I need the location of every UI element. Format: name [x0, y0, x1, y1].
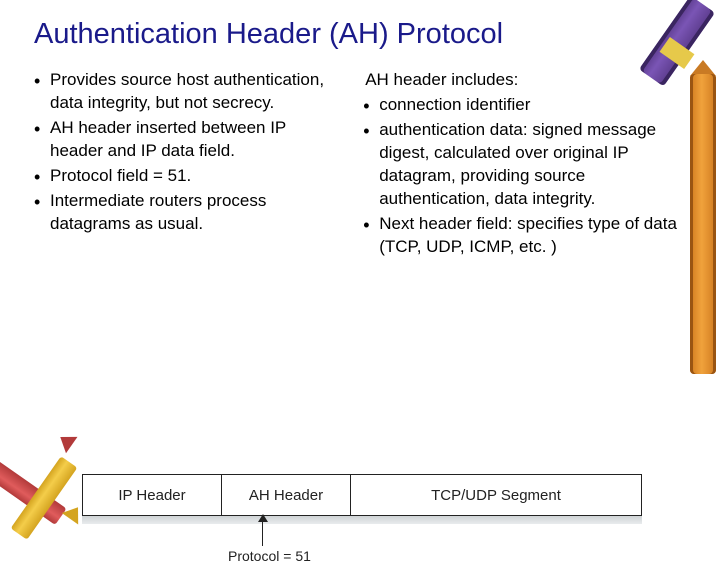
- diagram-pointer: Protocol = 51: [230, 516, 360, 564]
- slide: Authentication Header (AH) Protocol Prov…: [0, 0, 720, 540]
- bullet-item: authentication data: signed message dige…: [361, 119, 688, 211]
- right-heading: AH header includes:: [361, 69, 688, 92]
- diagram-row: IP Header AH Header TCP/UDP Segment: [82, 474, 642, 516]
- ah-diagram: IP Header AH Header TCP/UDP Segment Prot…: [82, 474, 642, 516]
- left-bullets: Provides source host authentication, dat…: [32, 69, 343, 236]
- bullet-item: AH header inserted between IP header and…: [32, 117, 343, 163]
- arrow-icon: [262, 516, 263, 546]
- right-column: AH header includes: connection identifie…: [361, 69, 688, 261]
- slide-title: Authentication Header (AH) Protocol: [34, 18, 688, 51]
- diagram-cell-segment: TCP/UDP Segment: [350, 474, 642, 516]
- bullet-item: Intermediate routers process datagrams a…: [32, 190, 343, 236]
- bullet-item: Protocol field = 51.: [32, 165, 343, 188]
- bullet-item: Next header field: specifies type of dat…: [361, 213, 688, 259]
- left-column: Provides source host authentication, dat…: [32, 69, 343, 261]
- bullet-item: Provides source host authentication, dat…: [32, 69, 343, 115]
- right-bullets: connection identifier authentication dat…: [361, 94, 688, 259]
- content-columns: Provides source host authentication, dat…: [32, 69, 688, 261]
- diagram-cell-ip: IP Header: [82, 474, 222, 516]
- bullet-item: connection identifier: [361, 94, 688, 117]
- diagram-cell-ah: AH Header: [221, 474, 351, 516]
- protocol-label: Protocol = 51: [228, 548, 360, 564]
